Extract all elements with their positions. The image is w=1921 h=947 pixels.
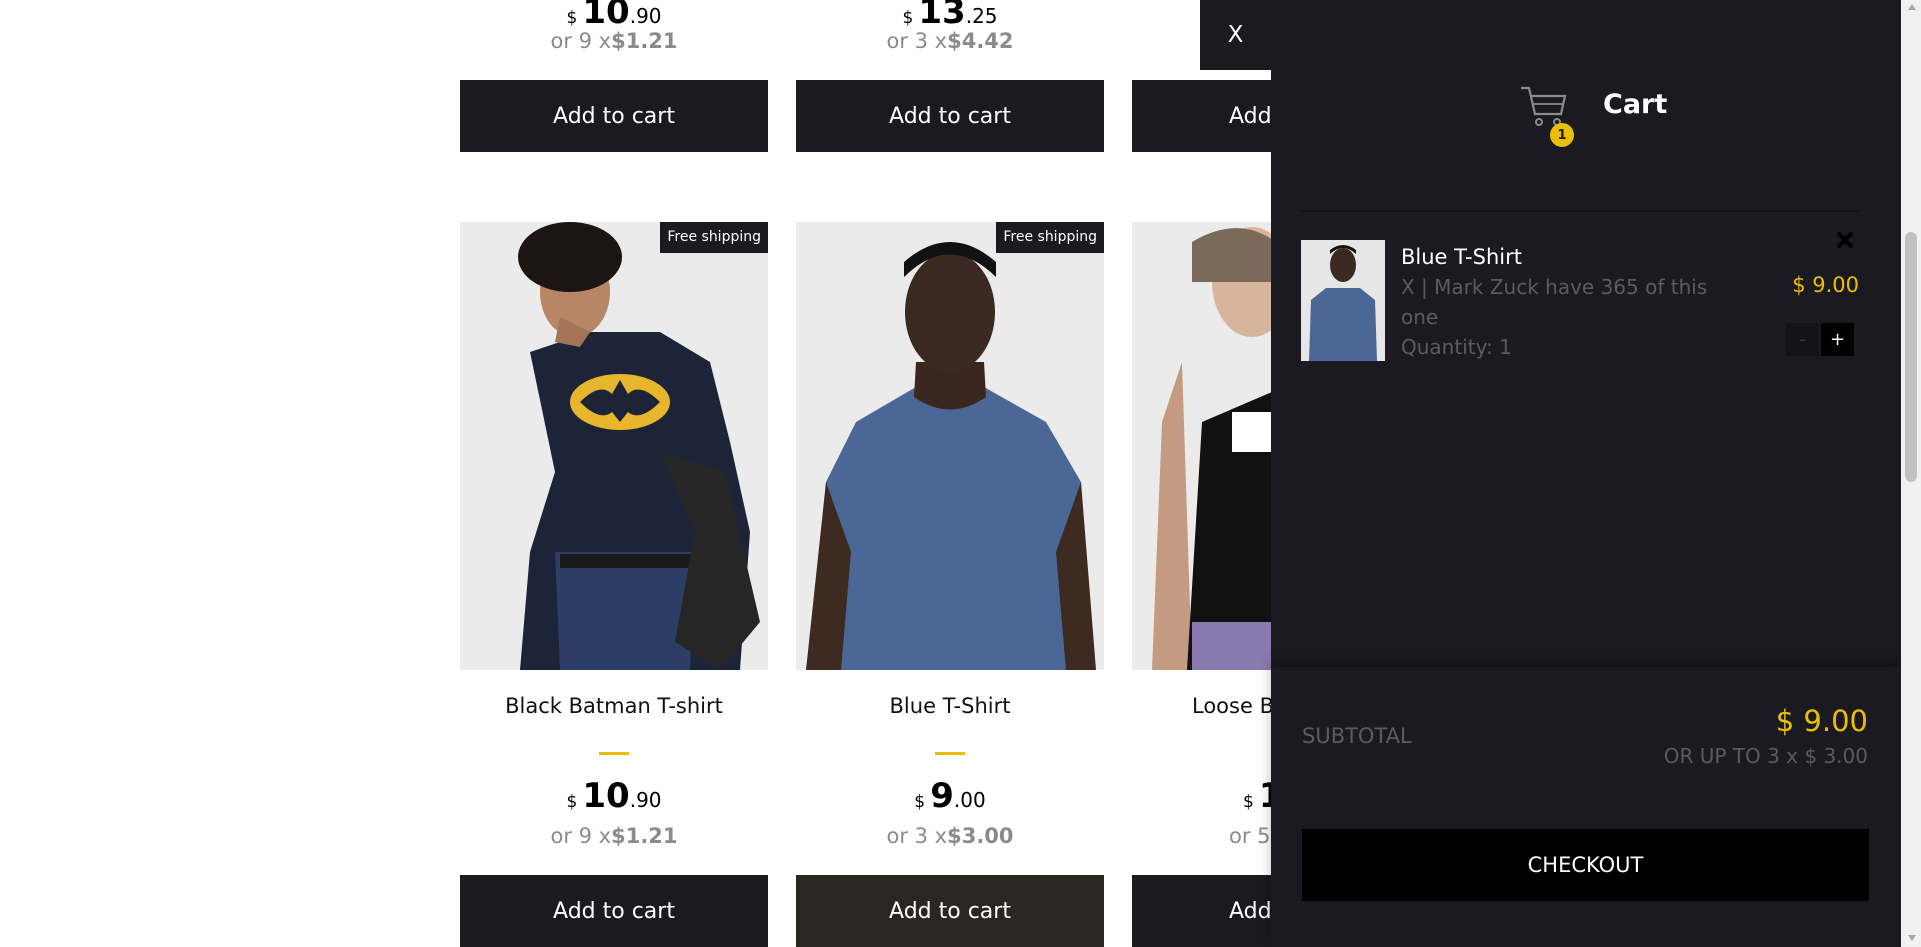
cart-divider [1301, 210, 1859, 212]
increase-quantity-button[interactable]: + [1821, 323, 1854, 356]
product-image[interactable]: Free shipping [796, 222, 1104, 670]
scroll-up-arrow-icon[interactable] [1908, 4, 1916, 10]
title-divider [935, 752, 965, 755]
product-installments: or 3 x$4.42 [886, 29, 1014, 53]
cart-close-button[interactable]: X [1200, 0, 1271, 70]
decrease-quantity-button[interactable]: - [1786, 323, 1819, 356]
cart-count-badge: 1 [1550, 123, 1574, 147]
subtotal-value: $ 9.00 [1775, 704, 1868, 738]
subtotal-label: SUBTOTAL [1302, 724, 1412, 748]
add-to-cart-button[interactable]: Add to cart [796, 875, 1104, 947]
scrollbar-thumb[interactable] [1905, 232, 1917, 482]
cart-item-quantity: Quantity: 1 [1401, 335, 1512, 359]
scroll-down-arrow-icon[interactable] [1908, 935, 1916, 941]
product-installments: or 5 [1229, 824, 1271, 848]
cart-item-description: one [1401, 305, 1439, 329]
blue-shirt-photo [796, 222, 1104, 670]
title-divider [599, 752, 629, 755]
product-price: $ 10.90 [566, 0, 662, 32]
cart-item-thumbnail [1301, 240, 1385, 361]
product-installments: or 3 x$3.00 [886, 824, 1014, 848]
batman-shirt-photo [460, 222, 768, 670]
cart-drawer: 1 Cart Blue T-Shirt X | Mark Zuck have 3… [1271, 0, 1901, 947]
product-price: $ 10.90 [566, 776, 662, 816]
product-installments: or 9 x$1.21 [550, 29, 678, 53]
cart-item-price: $ 9.00 [1792, 273, 1859, 297]
checkout-button[interactable]: CHECKOUT [1302, 829, 1869, 901]
product-title[interactable]: Black Batman T-shirt [460, 694, 768, 718]
installments-text: OR UP TO 3 x $ 3.00 [1663, 744, 1868, 768]
cart-item-name: Blue T-Shirt [1401, 245, 1522, 269]
cart-title: Cart [1603, 89, 1668, 120]
product-image[interactable]: Free shipping [460, 222, 768, 670]
product-price: $ 13.25 [902, 0, 998, 32]
product-title[interactable]: Blue T-Shirt [796, 694, 1104, 718]
cart-item-description: X | Mark Zuck have 365 of this [1401, 275, 1708, 299]
product-price: $ 9.00 [914, 776, 986, 816]
remove-item-icon[interactable] [1833, 228, 1857, 252]
add-to-cart-button[interactable]: Add to cart [460, 875, 768, 947]
free-shipping-badge: Free shipping [996, 222, 1104, 253]
free-shipping-badge: Free shipping [660, 222, 768, 253]
add-to-cart-button[interactable]: Add to cart [460, 80, 768, 152]
product-installments: or 9 x$1.21 [550, 824, 678, 848]
scrollbar[interactable] [1901, 0, 1921, 947]
add-to-cart-button[interactable]: Add to cart [796, 80, 1104, 152]
